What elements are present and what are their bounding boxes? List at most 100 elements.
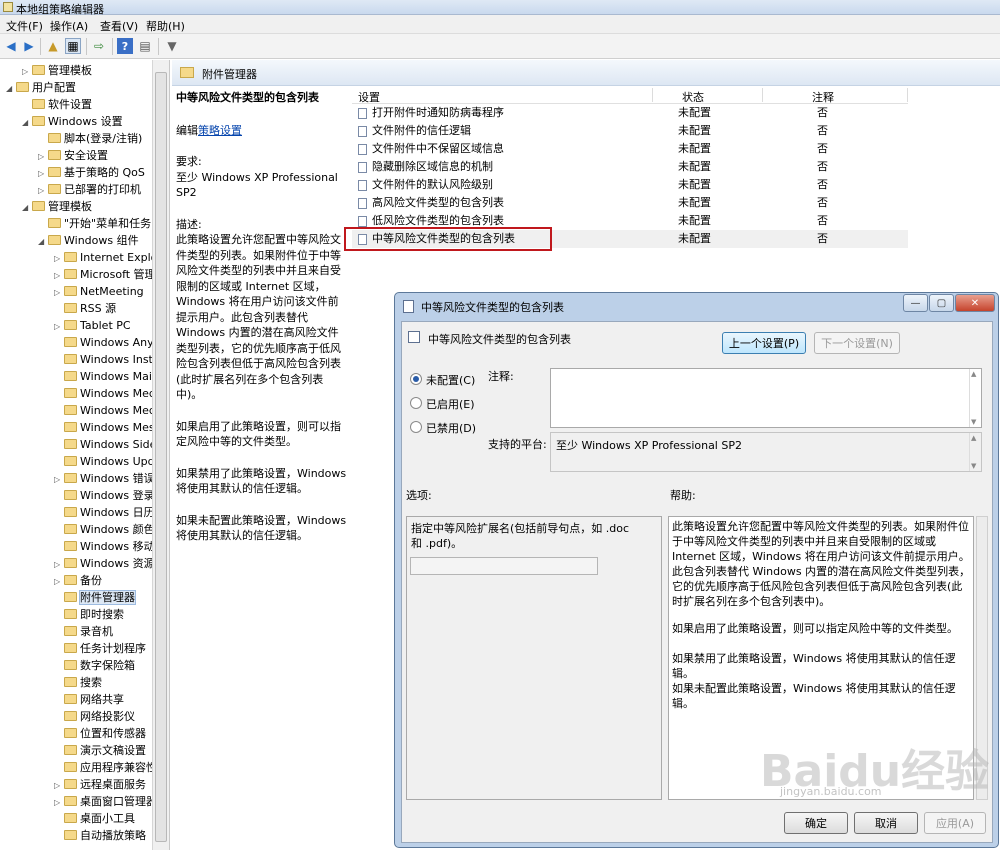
tree-item[interactable]: 录音机 (54, 623, 113, 640)
menu-action[interactable]: 操作(A) (50, 18, 88, 34)
radio-not-configured[interactable] (410, 373, 422, 385)
menu-file[interactable]: 文件(F) (6, 18, 43, 34)
tree-item[interactable]: 搜索 (54, 674, 102, 691)
tree-scrollbar-thumb[interactable] (155, 72, 167, 842)
tree-item[interactable]: ▷ NetMeeting (54, 283, 144, 300)
ok-button[interactable]: 确定 (784, 812, 848, 834)
setting-row[interactable]: 打开附件时通知防病毒程序 未配置 否 (352, 104, 908, 122)
setting-row[interactable]: 高风险文件类型的包含列表 未配置 否 (352, 194, 908, 212)
tree-item[interactable]: ▷ 管理模板 (22, 62, 92, 79)
expand-arrow-icon[interactable]: ▷ (54, 573, 64, 590)
menu-help[interactable]: 帮助(H) (146, 18, 185, 34)
setting-row[interactable]: 文件附件的信任逻辑 未配置 否 (352, 122, 908, 140)
expand-arrow-icon[interactable]: ▷ (38, 182, 48, 199)
comment-textarea[interactable]: ▲ ▼ (550, 368, 982, 428)
expand-arrow-icon[interactable]: ◢ (38, 233, 48, 250)
radio-disabled[interactable] (410, 421, 422, 433)
tree-item[interactable]: 桌面小工具 (54, 810, 135, 827)
tree-item[interactable]: 附件管理器 (54, 589, 136, 606)
back-arrow-icon[interactable]: ◀ (3, 38, 19, 54)
tree-item[interactable]: ◢ Windows 组件 (38, 232, 139, 249)
menu-view[interactable]: 查看(V) (100, 18, 138, 34)
expand-arrow-icon[interactable]: ◢ (22, 199, 32, 216)
radio-disabled-label[interactable]: 已禁用(D) (426, 420, 476, 436)
tree-item[interactable]: ▷ 基于策略的 QoS (38, 164, 145, 181)
tree-item[interactable]: 自动播放策略 (54, 827, 146, 844)
tree-item[interactable]: 网络投影仪 (54, 708, 135, 725)
tree-item[interactable]: Windows 登录 (54, 487, 155, 504)
column-comment[interactable]: 注释 (812, 89, 834, 105)
extensions-input[interactable] (410, 557, 598, 575)
tree-item[interactable]: Windows Mes (54, 419, 155, 436)
expand-arrow-icon[interactable]: ▷ (22, 63, 32, 80)
maximize-button[interactable]: ▢ (929, 294, 954, 312)
tree-item[interactable]: ▷ Internet Explor (54, 249, 162, 266)
expand-arrow-icon[interactable]: ▷ (54, 556, 64, 573)
next-setting-button[interactable]: 下一个设置(N) (814, 332, 900, 354)
tree-item[interactable]: Windows Insta (54, 351, 160, 368)
tree-item[interactable]: Windows Anyt (54, 334, 158, 351)
help-icon[interactable]: ? (117, 38, 133, 54)
edit-policy-link[interactable]: 策略设置 (198, 124, 242, 137)
tree-item[interactable]: 应用程序兼容性 (54, 759, 157, 776)
tree-item[interactable]: Windows 移动 (54, 538, 155, 555)
forward-arrow-icon[interactable]: ▶ (21, 38, 37, 54)
tree-item[interactable]: Windows Side (54, 436, 156, 453)
cancel-button[interactable]: 取消 (854, 812, 918, 834)
close-button[interactable]: ✕ (955, 294, 995, 312)
expand-arrow-icon[interactable]: ▷ (38, 148, 48, 165)
tree-item[interactable]: 数字保险箱 (54, 657, 135, 674)
expand-arrow-icon[interactable]: ▷ (54, 284, 64, 301)
column-setting[interactable]: 设置 (358, 89, 380, 105)
minimize-button[interactable]: — (903, 294, 928, 312)
tree-item[interactable]: RSS 源 (54, 300, 116, 317)
apply-button[interactable]: 应用(A) (924, 812, 986, 834)
tree-item[interactable]: ▷ Windows 错误 (54, 470, 155, 487)
expand-arrow-icon[interactable]: ◢ (6, 80, 16, 97)
tree-item[interactable]: Windows 日历 (54, 504, 155, 521)
column-state[interactable]: 状态 (682, 89, 704, 105)
tree-item[interactable]: 软件设置 (22, 96, 92, 113)
tree-item[interactable]: ▷ Windows 资源 (54, 555, 155, 572)
tree-item[interactable]: ◢ Windows 设置 (22, 113, 123, 130)
tree-item[interactable]: Windows Mail (54, 368, 155, 385)
tree-item[interactable]: Windows 颜色 (54, 521, 155, 538)
filter-icon[interactable]: ▼ (164, 38, 180, 54)
tree-item[interactable]: ▷ 远程桌面服务 (54, 776, 146, 793)
tree-item[interactable]: ◢ 管理模板 (22, 198, 92, 215)
up-folder-icon[interactable]: ▲ (45, 38, 61, 54)
tree-item[interactable]: ▷ 备份 (54, 572, 102, 589)
radio-not-configured-label[interactable]: 未配置(C) (426, 372, 475, 388)
expand-arrow-icon[interactable]: ◢ (22, 114, 32, 131)
expand-arrow-icon[interactable]: ▷ (54, 471, 64, 488)
expand-arrow-icon[interactable]: ▷ (54, 250, 64, 267)
expand-arrow-icon[interactable]: ▷ (54, 777, 64, 794)
tree-item[interactable]: 脚本(登录/注销) (38, 130, 142, 147)
tree-item[interactable]: ▷ 桌面窗口管理器 (54, 793, 157, 810)
tree-item[interactable]: "开始"菜单和任务 (38, 215, 151, 232)
tree-item[interactable]: 即时搜索 (54, 606, 124, 623)
tree-item[interactable]: ▷ Microsoft 管理 (54, 266, 156, 283)
tree-item[interactable]: 任务计划程序 (54, 640, 146, 657)
tree-item[interactable]: Windows Med (54, 385, 156, 402)
tree-item[interactable]: 网络共享 (54, 691, 124, 708)
setting-row[interactable]: 隐藏删除区域信息的机制 未配置 否 (352, 158, 908, 176)
properties-icon[interactable]: ▤ (137, 38, 153, 54)
tree-item[interactable]: Windows Upd (54, 453, 155, 470)
tree-item[interactable]: ▷ 安全设置 (38, 147, 108, 164)
expand-arrow-icon[interactable]: ▷ (54, 267, 64, 284)
radio-enabled-label[interactable]: 已启用(E) (426, 396, 475, 412)
setting-row[interactable]: 文件附件中不保留区域信息 未配置 否 (352, 140, 908, 158)
tree-item[interactable]: 位置和传感器 (54, 725, 146, 742)
tree-scrollbar[interactable] (152, 60, 169, 850)
previous-setting-button[interactable]: 上一个设置(P) (722, 332, 806, 354)
tree-item[interactable]: ◢ 用户配置 (6, 79, 76, 96)
tree-item[interactable]: Windows Med (54, 402, 156, 419)
tree-item[interactable]: 演示文稿设置 (54, 742, 146, 759)
expand-arrow-icon[interactable]: ▷ (54, 318, 64, 335)
expand-arrow-icon[interactable]: ▷ (54, 794, 64, 811)
expand-arrow-icon[interactable]: ▷ (38, 165, 48, 182)
setting-row[interactable]: 文件附件的默认风险级别 未配置 否 (352, 176, 908, 194)
show-hide-tree-icon[interactable]: ▦ (65, 38, 81, 54)
export-list-icon[interactable]: ⇨ (91, 38, 107, 54)
